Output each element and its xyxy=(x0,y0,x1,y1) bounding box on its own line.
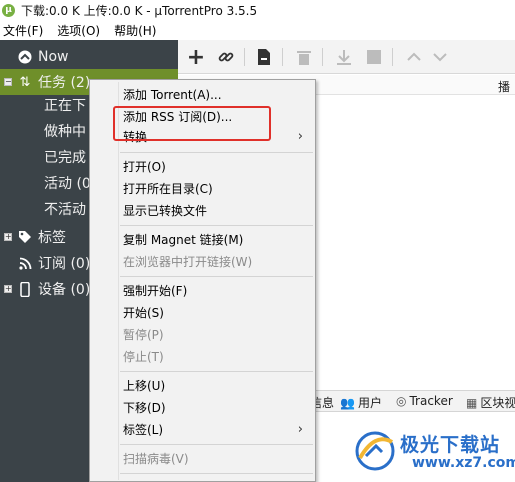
add-link-icon[interactable] xyxy=(216,47,236,67)
collapse-icon[interactable]: − xyxy=(4,78,12,86)
menu-item-open[interactable]: 打开(O) xyxy=(90,155,315,177)
menu-item-show-converted[interactable]: 显示已转换文件 xyxy=(90,199,315,221)
menu-item-stop[interactable]: 停止(T) xyxy=(90,345,315,367)
tracker-icon: ◎ xyxy=(396,394,407,408)
toolbar: + xyxy=(178,40,515,74)
move-up-icon[interactable] xyxy=(404,47,424,67)
menu-item-pause[interactable]: 暂停(P) xyxy=(90,323,315,345)
device-phone-icon xyxy=(16,281,34,297)
watermark-name: 极光下载站 xyxy=(400,434,501,456)
rss-icon xyxy=(16,257,34,270)
add-torrent-icon[interactable]: + xyxy=(186,45,206,70)
sidebar-item-label: 任务 (2) xyxy=(38,75,91,91)
tag-icon xyxy=(16,230,34,244)
menu-item-force-start[interactable]: 强制开始(F) xyxy=(90,279,315,301)
menu-item-move-up[interactable]: 上移(U) xyxy=(90,374,315,396)
title-bar: µ 下载:0.0 K 上传:0.0 K - µTorrentPro 3.5.5 xyxy=(0,0,515,20)
menu-item-open-in-browser[interactable]: 在浏览器中打开链接(W) xyxy=(90,250,315,272)
sidebar-item-now[interactable]: Now xyxy=(0,44,178,70)
users-icon: 👥 xyxy=(340,395,355,410)
menu-options[interactable]: 选项(O) xyxy=(57,22,100,39)
menu-item-copy-magnet[interactable]: 复制 Magnet 链接(M) xyxy=(90,228,315,250)
menu-item-start[interactable]: 开始(S) xyxy=(90,301,315,323)
delete-icon[interactable] xyxy=(294,47,314,67)
highlight-box xyxy=(113,106,271,141)
watermark-logo-icon xyxy=(355,431,395,471)
move-down-icon[interactable] xyxy=(430,47,450,67)
menu-item-open-folder[interactable]: 打开所在目录(C) xyxy=(90,177,315,199)
menu-item-scan-virus[interactable]: 扫描病毒(V) xyxy=(90,447,315,469)
menu-file[interactable]: 文件(F) xyxy=(3,22,43,39)
create-torrent-icon[interactable] xyxy=(254,47,274,67)
expand-icon[interactable]: + xyxy=(4,233,12,241)
download-icon[interactable] xyxy=(334,47,354,67)
utorrent-logo-icon: µ xyxy=(2,3,15,17)
submenu-arrow-icon: › xyxy=(297,421,303,437)
tab-pieces[interactable]: ▦ 区块视 xyxy=(466,394,515,411)
tab-peers[interactable]: 👥 用户 xyxy=(340,394,382,411)
window-title: 下载:0.0 K 上传:0.0 K - µTorrentPro 3.5.5 xyxy=(21,3,258,18)
submenu-arrow-icon: › xyxy=(297,128,303,144)
tab-trackers[interactable]: ◎ Tracker xyxy=(396,394,453,408)
stop-icon[interactable] xyxy=(364,47,384,67)
column-header-play[interactable]: 播 xyxy=(498,78,510,95)
watermark-url: www.xz7.com xyxy=(412,455,515,471)
sidebar-item-label: Now xyxy=(38,49,69,65)
menu-item-add-torrent[interactable]: 添加 Torrent(A)... xyxy=(90,83,315,105)
menu-help[interactable]: 帮助(H) xyxy=(114,22,156,39)
menu-bar: 文件(F) 选项(O) 帮助(H) xyxy=(0,20,515,40)
watermark: 极光下载站 www.xz7.com xyxy=(352,426,515,478)
now-icon xyxy=(16,50,34,64)
menu-item-move-down[interactable]: 下移(D) xyxy=(90,396,315,418)
pieces-icon: ▦ xyxy=(466,395,478,410)
expand-icon[interactable]: + xyxy=(4,285,12,293)
menu-item-label[interactable]: 标签(L) › xyxy=(90,418,315,440)
transfer-arrows-icon: ⇅ xyxy=(19,74,31,90)
